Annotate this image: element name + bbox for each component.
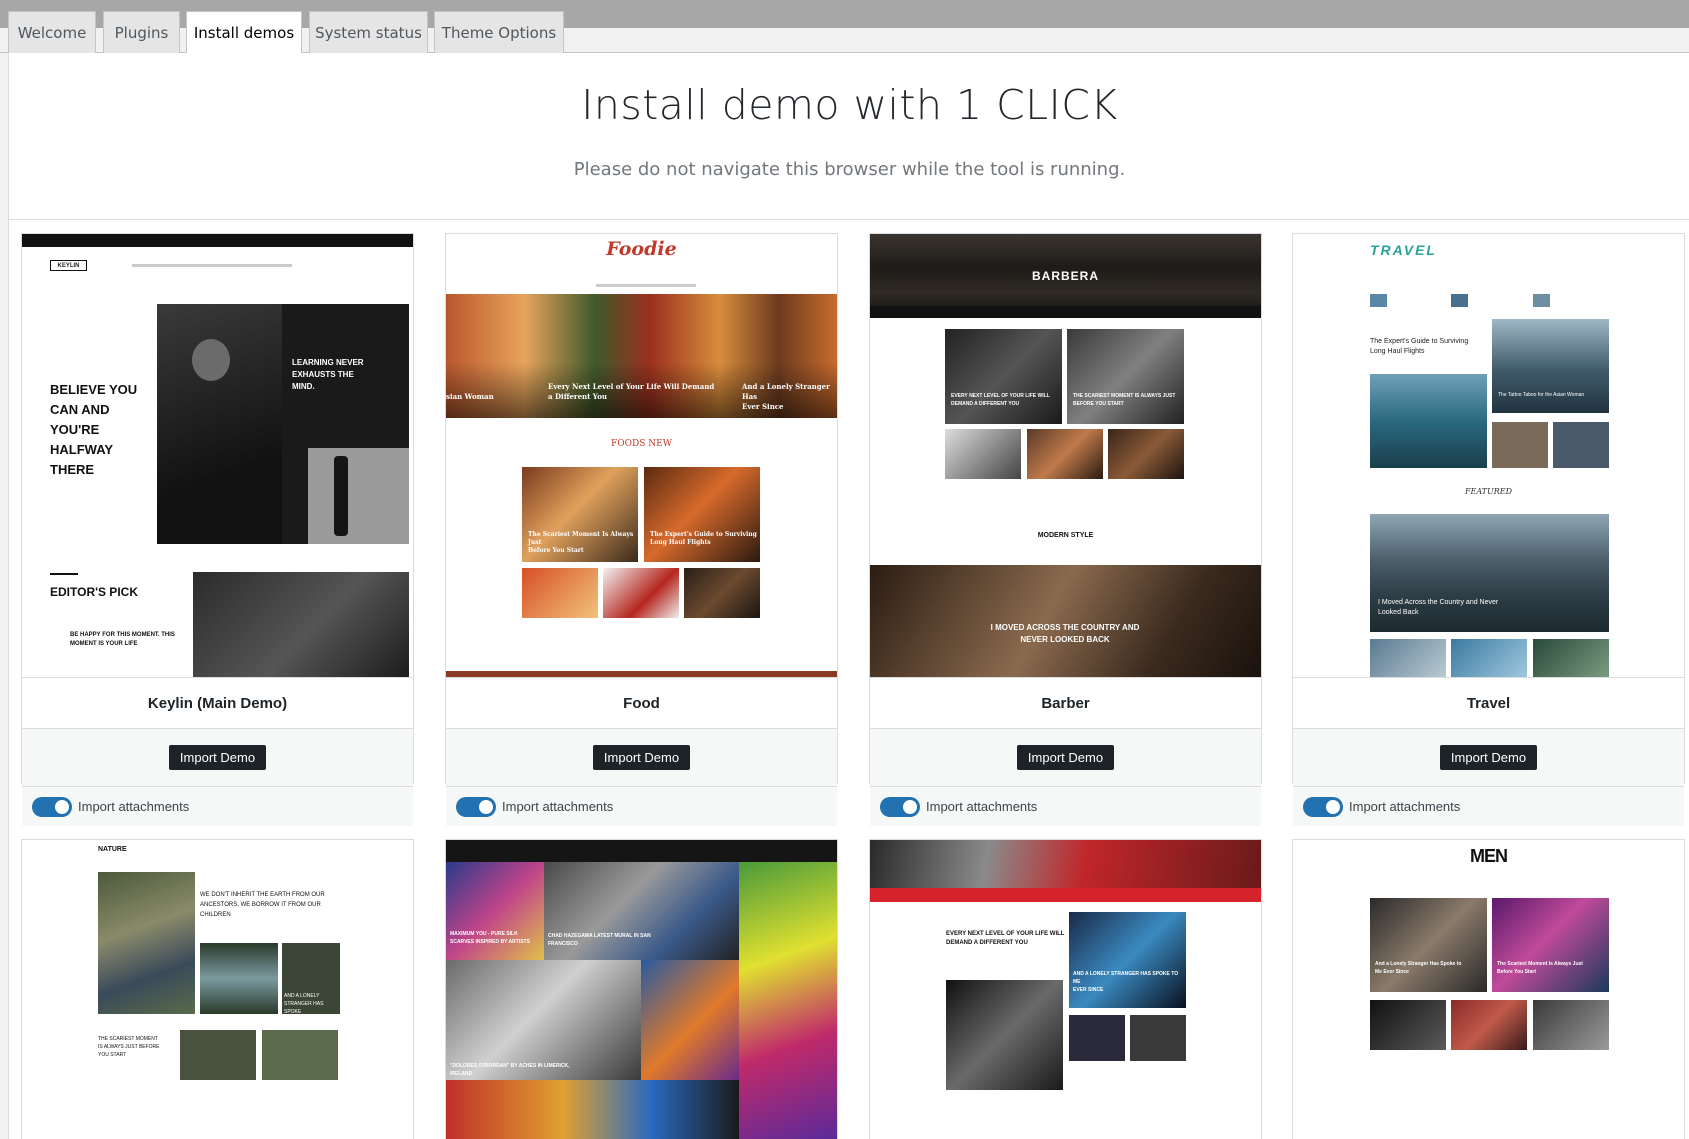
tab-system-status[interactable]: System status xyxy=(309,11,428,53)
tab-welcome[interactable]: Welcome xyxy=(8,11,96,53)
demo-name: Barber xyxy=(870,677,1261,728)
travel-section-title: FEATURED xyxy=(1464,487,1513,496)
nature-couple-image xyxy=(98,872,195,1014)
keylin-item-title: BE HAPPY FOR THIS MOMENT. THIS MOMENT IS … xyxy=(70,632,175,647)
barbera-hero-title: I MOVED ACROSS THE COUNTRY AND NEVER LOOK… xyxy=(990,623,1140,644)
nature-bottom-title: THE SCARIEST MOMENT IS ALWAYS JUST BEFORE… xyxy=(98,1036,160,1058)
import-demo-button[interactable]: Import Demo xyxy=(1016,745,1115,770)
men-card-title-a: And a Lonely Stranger Has Spoke to Me Eve… xyxy=(1375,961,1462,975)
street-art-caption-c: "DOLORES O'RIORDAN" BY ACHES IN LIMERICK… xyxy=(450,1063,570,1077)
barbera-card-title-a: EVERY NEXT LEVEL OF YOUR LIFE WILL DEMAND… xyxy=(951,393,1050,407)
demo-name: Keylin (Main Demo) xyxy=(22,677,413,728)
demo-card-boxing: EVERY NEXT LEVEL OF YOUR LIFE WILL DEMAND… xyxy=(869,839,1262,1139)
foodie-hero-side-right: And a Lonely Stranger Has Ever Since xyxy=(742,382,830,411)
nature-logo: NATURE xyxy=(98,846,127,853)
travel-side-image xyxy=(1492,319,1609,413)
travel-hero-title: I Moved Across the Country and Never Look… xyxy=(1378,599,1499,616)
foodie-hero-title: Every Next Level of Your Life Will Deman… xyxy=(548,382,715,401)
demo-preview-food[interactable]: Foodie Every Next Level of Your Life Wil… xyxy=(446,234,837,677)
demo-name: Travel xyxy=(1293,677,1684,728)
foodie-card-image-b xyxy=(644,467,760,562)
demo-card-keylin: KEYLIN BELIEVE YOU CAN AND YOU'RE HALFWAY TH… xyxy=(21,233,414,826)
barbera-card-image-a xyxy=(945,329,1062,424)
nature-post-title: WE DON'T INHERIT THE EARTH FROM OUR ANCES… xyxy=(200,892,325,918)
foodie-hero-side-left: sian Woman xyxy=(446,392,494,401)
men-card-title-b: The Scariest Moment Is Always Just Before… xyxy=(1497,961,1583,975)
keylin-headline: BELIEVE YOU CAN AND YOU'RE HALFWAY THERE xyxy=(50,382,138,477)
demo-card-food: Foodie Every Next Level of Your Life Wil… xyxy=(445,233,838,826)
import-attachments-toggle[interactable] xyxy=(1303,796,1343,817)
page-title: Install demo with 1 CLICK xyxy=(581,81,1118,129)
boxing-hero-image xyxy=(870,840,1261,888)
demo-card-street-art: MAXIMUM YOU - PURE SILK SCARVES INSPIRED … xyxy=(445,839,838,1139)
demo-preview-boxing[interactable]: EVERY NEXT LEVEL OF YOUR LIFE WILL DEMAND… xyxy=(870,840,1261,1139)
keylin-portrait-image xyxy=(157,304,282,544)
barbera-hero-image xyxy=(870,565,1261,677)
men-card-image-a xyxy=(1370,898,1487,992)
keylin-editor-image xyxy=(193,572,409,677)
import-demo-button[interactable]: Import Demo xyxy=(592,745,691,770)
demo-card-men: MEN And a Lonely Stranger Has Spoke to Me… xyxy=(1292,839,1685,1139)
import-attachments-label: Import attachments xyxy=(78,799,190,814)
demo-preview-street-art[interactable]: MAXIMUM YOU - PURE SILK SCARVES INSPIRED … xyxy=(446,840,837,1139)
keylin-feature-title: LEARNING NEVER EXHAUSTS THE MIND. xyxy=(292,358,364,391)
men-card-image-b xyxy=(1492,898,1609,992)
street-art-caption-a: MAXIMUM YOU - PURE SILK SCARVES INSPIRED … xyxy=(450,931,530,945)
import-demo-button[interactable]: Import Demo xyxy=(168,745,267,770)
foodie-card-title-a: The Scariest Moment Is Always Just Before… xyxy=(528,531,634,554)
boxing-side-title: AND A LONELY STRANGER HAS SPOKE TO ME EVE… xyxy=(1073,971,1179,993)
install-demos-panel: Install demo with 1 CLICK Please do not … xyxy=(8,53,1689,1139)
tab-plugins[interactable]: Plugins xyxy=(103,11,180,53)
travel-side-caption: The Tattoo Taboo for the Asian Woman xyxy=(1498,392,1585,398)
keylin-section-title: EDITOR'S PICK xyxy=(50,585,138,599)
keylin-logo: KEYLIN xyxy=(50,260,87,271)
import-attachments-toggle[interactable] xyxy=(32,796,72,817)
barbera-card-image-b xyxy=(1067,329,1184,424)
barbera-card-title-b: THE SCARIEST MOMENT IS ALWAYS JUST BEFORE… xyxy=(1073,393,1176,407)
travel-post-title: The Expert's Guide to Surviving Long Haul… xyxy=(1370,338,1469,355)
demo-preview-nature[interactable]: NATURE WE DON'T INHERIT THE EARTH FROM O… xyxy=(22,840,413,1139)
barbera-logo: BARBERA xyxy=(1032,269,1099,283)
import-attachments-label: Import attachments xyxy=(926,799,1038,814)
import-attachments-toggle[interactable] xyxy=(456,796,496,817)
foodie-logo: Foodie xyxy=(606,238,677,260)
travel-lake-image xyxy=(1370,374,1487,468)
men-logo: MEN xyxy=(1470,846,1508,866)
demo-card-barber: BARBERA EVERY NEXT LEVEL OF YOUR LIFE WI… xyxy=(869,233,1262,826)
demo-preview-men[interactable]: MEN And a Lonely Stranger Has Spoke to Me… xyxy=(1293,840,1684,1139)
demo-preview-barber[interactable]: BARBERA EVERY NEXT LEVEL OF YOUR LIFE WI… xyxy=(870,234,1261,677)
demo-preview-keylin[interactable]: KEYLIN BELIEVE YOU CAN AND YOU'RE HALFWAY TH… xyxy=(22,234,413,677)
demo-card-nature: NATURE WE DON'T INHERIT THE EARTH FROM O… xyxy=(21,839,414,1139)
travel-logo: TRAVEL xyxy=(1370,242,1437,258)
foodie-card-title-b: The Expert's Guide to Surviving Long Haul… xyxy=(650,531,757,546)
import-demo-button[interactable]: Import Demo xyxy=(1439,745,1538,770)
boxing-post-title: EVERY NEXT LEVEL OF YOUR LIFE WILL DEMAND… xyxy=(946,931,1065,946)
nature-side-title: AND A LONELY STRANGER HAS SPOKE TO ME EVER… xyxy=(284,993,332,1023)
demo-card-travel: TRAVEL The Expert's Guide to Surviving Lo… xyxy=(1292,233,1685,826)
tab-install-demos[interactable]: Install demos xyxy=(186,11,302,54)
divider xyxy=(9,219,1689,220)
street-art-caption-b: CHAD HAZEGAWA LATEST MURAL IN SAN FRANCIS… xyxy=(548,933,651,947)
import-attachments-toggle[interactable] xyxy=(880,796,920,817)
import-attachments-label: Import attachments xyxy=(502,799,614,814)
tab-theme-options[interactable]: Theme Options xyxy=(434,11,564,53)
foodie-section-title: FOODS NEW xyxy=(611,439,672,449)
page-subtitle: Please do not navigate this browser whil… xyxy=(573,159,1126,180)
import-attachments-label: Import attachments xyxy=(1349,799,1461,814)
demo-name: Food xyxy=(446,677,837,728)
barbera-section-title: MODERN STYLE xyxy=(1037,532,1094,539)
demo-preview-travel[interactable]: TRAVEL The Expert's Guide to Surviving Lo… xyxy=(1293,234,1684,677)
